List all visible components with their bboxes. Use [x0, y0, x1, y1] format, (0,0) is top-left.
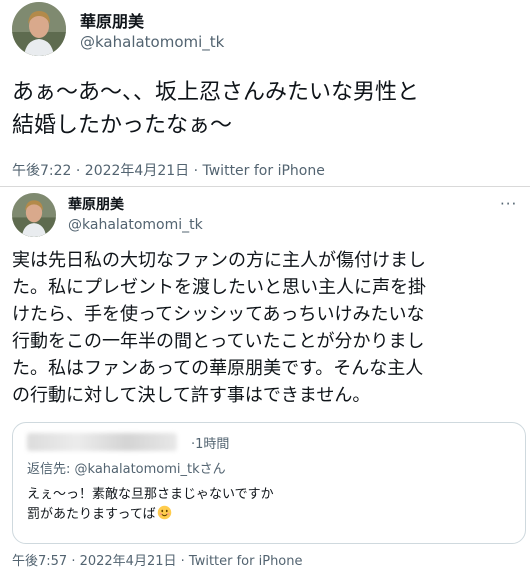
tweet-text: 実は先日私の大切なファンの方に主人が傷付けまし た。私にプレゼントを渡したいと思… — [12, 250, 426, 406]
display-name[interactable]: 華原朋美 — [68, 194, 124, 214]
reply-to-line: 返信先: @kahalatomomi_tkさん — [27, 458, 226, 477]
tweet-timestamp: 午後7:22 · 2022年4月21日 · Twitter for iPhone — [12, 160, 325, 180]
more-options-icon[interactable]: ··· — [500, 195, 517, 213]
handle[interactable]: @kahalatomomi_tk — [80, 33, 224, 51]
avatar[interactable] — [12, 193, 56, 237]
reply-mention[interactable]: @kahalatomomi_tkさん — [75, 462, 226, 477]
reply-to-label: 返信先: — [27, 462, 75, 477]
tweet-main: 華原朋美 @kahalatomomi_tk あぁ〜あ〜、、坂上忍さんみたいな男性… — [0, 0, 530, 186]
quoted-time: ·1時間 — [191, 437, 230, 452]
tweet-quote-reply: 華原朋美 @kahalatomomi_tk ··· 実は先日私の大切なファンの方… — [0, 187, 530, 570]
timestamp-link[interactable]: 午後7:22 · 2022年4月21日 — [12, 163, 189, 179]
tweet-source[interactable]: Twitter for iPhone — [189, 554, 303, 569]
timestamp-link[interactable]: 午後7:57 · 2022年4月21日 — [12, 554, 177, 569]
handle[interactable]: @kahalatomomi_tk — [68, 217, 203, 233]
quoted-text-content: えぇ〜っ！素敵な旦那さまじゃないですか 罰があたりますってば — [27, 487, 274, 522]
blurred-author — [27, 433, 177, 451]
quoted-tweet[interactable]: ·1時間 返信先: @kahalatomomi_tkさん えぇ〜っ！素敵な旦那さ… — [12, 422, 526, 544]
avatar[interactable] — [12, 2, 66, 56]
tweet-text: あぁ〜あ〜、、坂上忍さんみたいな男性と 結婚したかったなぁ〜 — [12, 80, 420, 138]
profile-photo-icon — [12, 2, 66, 56]
meta-separator: · — [189, 163, 203, 179]
smiling-face-icon — [157, 505, 171, 520]
display-name[interactable]: 華原朋美 — [80, 8, 144, 32]
quoted-text: えぇ〜っ！素敵な旦那さまじゃないですか 罰があたりますってば — [27, 485, 274, 525]
tweet-source[interactable]: Twitter for iPhone — [203, 163, 325, 179]
tweet-timestamp: 午後7:57 · 2022年4月21日 · Twitter for iPhone — [12, 550, 303, 569]
meta-separator: · — [176, 554, 189, 569]
profile-photo-icon — [12, 193, 56, 237]
